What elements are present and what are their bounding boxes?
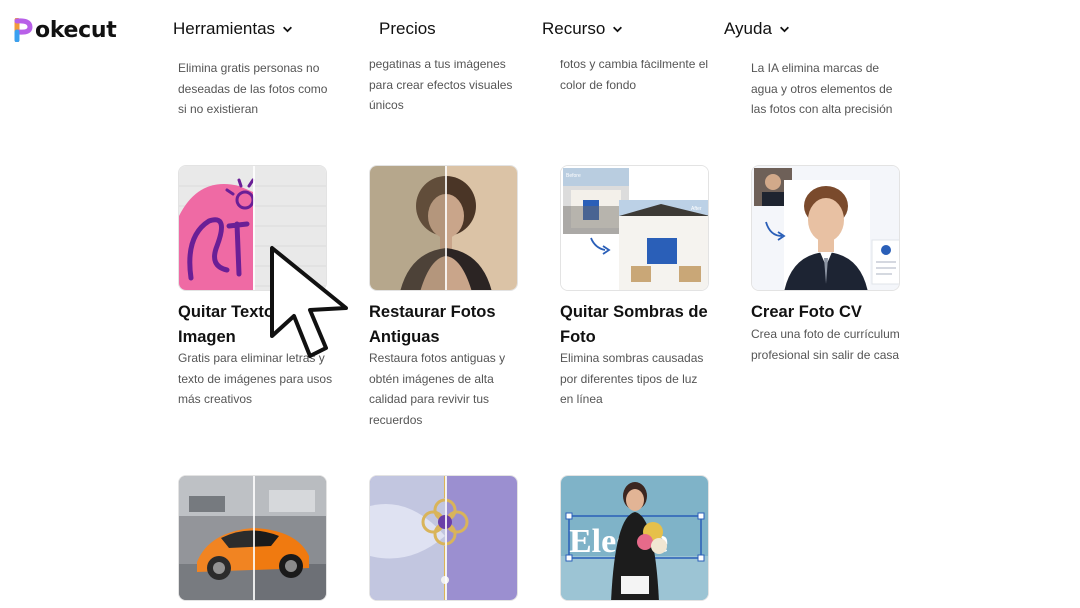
- mouse-cursor-icon: [270, 246, 348, 358]
- tool-description: Elimina sombras causadas por diferentes t…: [560, 351, 704, 406]
- pokecut-logo[interactable]: okecut: [14, 15, 117, 45]
- tool-title[interactable]: Restaurar Fotos Antiguas: [369, 300, 496, 350]
- nav-recurso[interactable]: Recurso: [542, 19, 623, 39]
- after-label: After: [691, 206, 702, 212]
- tool-title[interactable]: Quitar Sombras de Foto: [560, 300, 708, 350]
- tool-thumbnail-woman-flowers[interactable]: Eleg te: [560, 475, 709, 601]
- tool-thumbnail-jewelry[interactable]: [369, 475, 518, 601]
- before-label: Before: [566, 173, 581, 179]
- tool-title[interactable]: Crear Foto CV: [751, 300, 862, 325]
- nav-herramientas[interactable]: Herramientas: [173, 19, 293, 39]
- tool-thumbnail-quitar-sombras[interactable]: Before After: [560, 165, 709, 291]
- chevron-down-icon: [613, 26, 623, 32]
- tool-description: La IA elimina marcas de agua y otros elem…: [751, 61, 893, 116]
- nav-precios[interactable]: Precios: [379, 19, 436, 39]
- logo-text: okecut: [35, 17, 117, 43]
- nav-label: Precios: [379, 19, 436, 38]
- nav-label: Recurso: [542, 19, 606, 38]
- tool-description: fotos y cambia fácilmente el color de fon…: [560, 57, 709, 92]
- tool-thumbnail-car[interactable]: [178, 475, 327, 601]
- tool-thumbnail-crear-foto-cv[interactable]: [751, 165, 900, 291]
- logo-p-icon: [14, 17, 34, 43]
- tool-description: Elimina gratis personas no deseadas de la…: [178, 61, 328, 116]
- nav-ayuda[interactable]: Ayuda: [724, 19, 790, 39]
- chevron-down-icon: [283, 26, 293, 32]
- nav-label: Ayuda: [724, 19, 772, 38]
- chevron-down-icon: [779, 26, 789, 32]
- top-header: okecut Herramientas Precios Recurso Ayud…: [0, 0, 1080, 60]
- tool-description: Crea una foto de currículum profesional s…: [751, 327, 900, 362]
- tool-thumbnail-restaurar-fotos[interactable]: [369, 165, 518, 291]
- tool-description: pegatinas a tus imágenes para crear efect…: [369, 57, 513, 112]
- tool-description: Restaura fotos antiguas y obtén imágenes …: [369, 351, 506, 427]
- nav-label: Herramientas: [173, 19, 276, 38]
- tool-title[interactable]: Quitar Texto Imagen: [178, 300, 274, 350]
